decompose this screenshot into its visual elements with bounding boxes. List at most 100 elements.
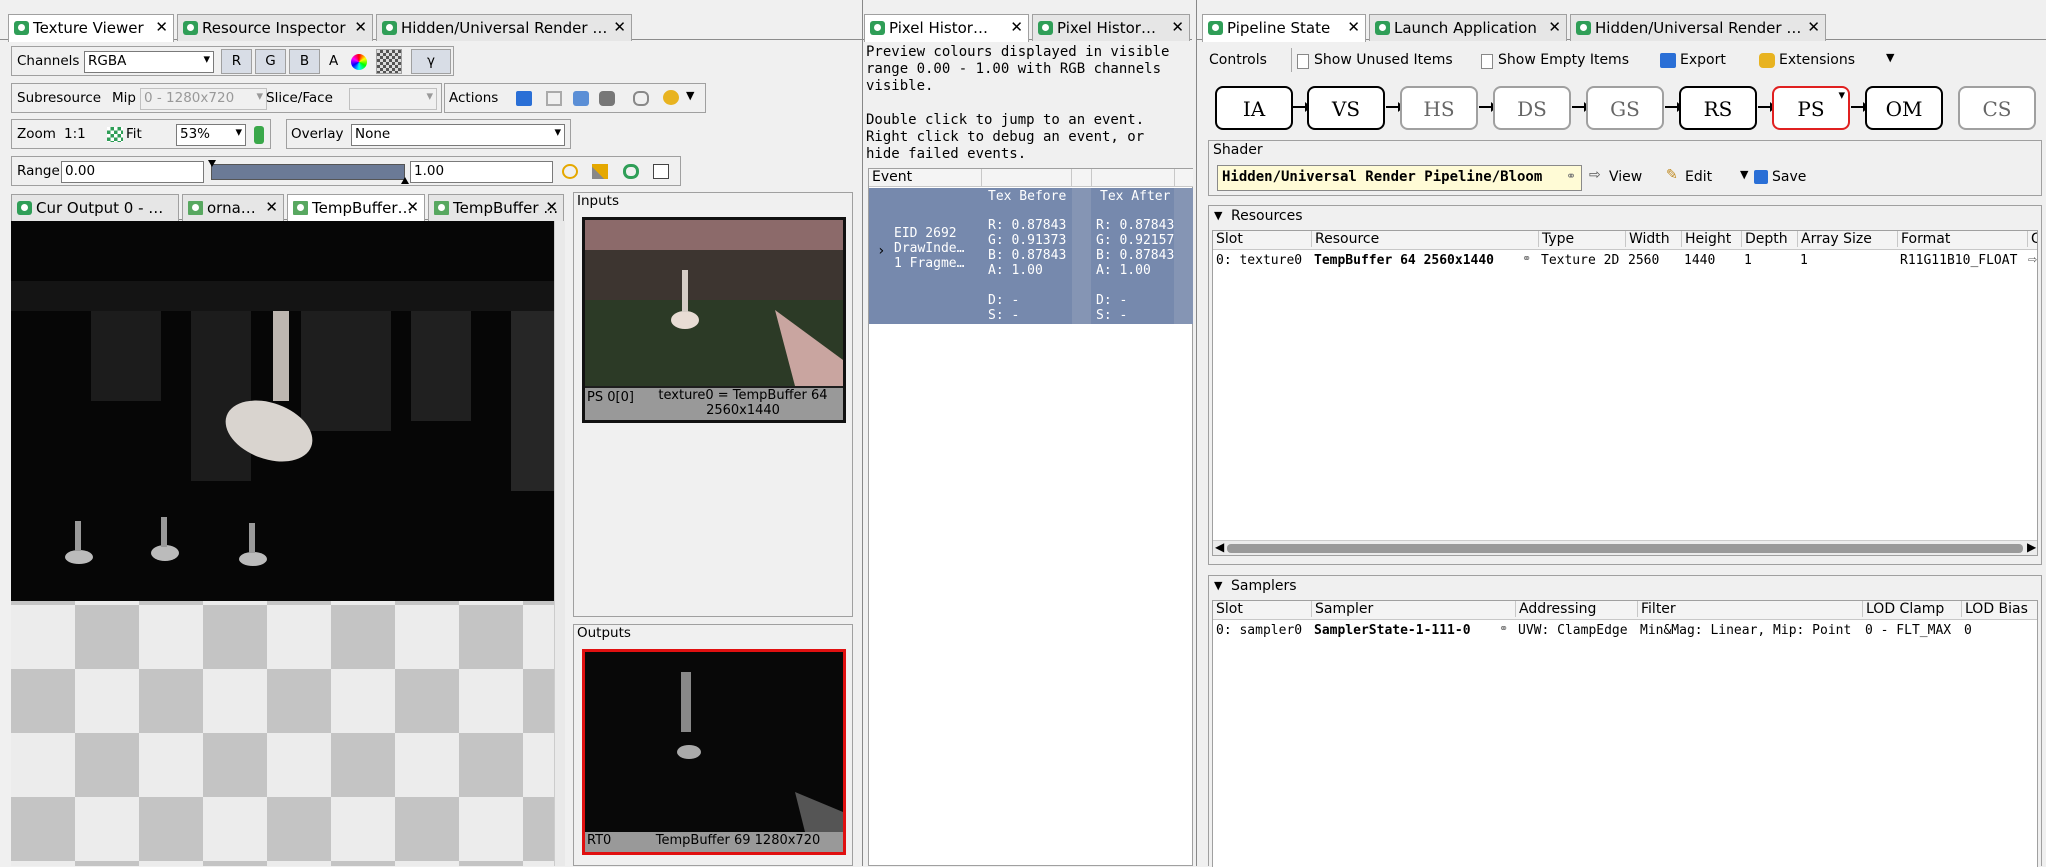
- chevron-down-icon[interactable]: ▼: [1740, 168, 1748, 181]
- scrollbar-thumb[interactable]: [1227, 544, 2023, 553]
- tab-pixel-history-1[interactable]: Pixel Histor… ✕: [864, 14, 1029, 42]
- color-wheel-icon[interactable]: [351, 54, 367, 70]
- gamma-toggle[interactable]: γ: [411, 49, 451, 74]
- close-icon[interactable]: ✕: [155, 18, 168, 36]
- channel-b-toggle[interactable]: B: [289, 49, 320, 74]
- stage-vs[interactable]: VS: [1307, 86, 1385, 130]
- stage-ds[interactable]: DS: [1493, 86, 1571, 130]
- output-thumbnail-image: [585, 652, 843, 832]
- flip-icon[interactable]: [254, 126, 264, 144]
- slice-face-select[interactable]: [349, 88, 437, 110]
- view-button[interactable]: View: [1609, 169, 1642, 185]
- reset-range-icon[interactable]: [623, 164, 639, 179]
- open-texture-icon[interactable]: [573, 91, 589, 106]
- stage-hs[interactable]: HS: [1400, 86, 1478, 130]
- close-icon[interactable]: ✕: [613, 18, 626, 36]
- stage-cs[interactable]: CS: [1958, 86, 2036, 130]
- range-max-handle[interactable]: [401, 177, 409, 184]
- texture-canvas[interactable]: [11, 221, 554, 866]
- zoom-select[interactable]: 53%: [176, 124, 246, 146]
- subtab-tempbuffer-1[interactable]: TempBuffer… ✕: [287, 194, 425, 222]
- expand-arrow-icon[interactable]: ›: [877, 244, 885, 259]
- range-slider[interactable]: [211, 164, 405, 180]
- close-icon[interactable]: ✕: [1171, 18, 1184, 36]
- chevron-down-icon[interactable]: ▼: [1886, 51, 1894, 64]
- channel-r-toggle[interactable]: R: [221, 49, 252, 74]
- table-row[interactable]: 0: sampler0 SamplerState-1-111-0 ⚭ UVW: …: [1213, 621, 2037, 641]
- gear-icon[interactable]: [663, 90, 679, 105]
- stage-ia[interactable]: IA: [1215, 86, 1293, 130]
- link-icon[interactable]: ⚭: [1522, 252, 1531, 265]
- show-empty-button[interactable]: Show Empty Items: [1498, 52, 1629, 68]
- texture-scrollbar[interactable]: [554, 221, 565, 866]
- edit-button[interactable]: Edit: [1685, 169, 1712, 185]
- cell-sampler[interactable]: SamplerState-1-111-0: [1314, 623, 1500, 638]
- subtab-tempbuffer-2[interactable]: TempBuffer … ✕: [428, 194, 564, 221]
- tab-resource-inspector[interactable]: Resource Inspector ✕: [177, 14, 373, 41]
- close-icon[interactable]: ✕: [1548, 18, 1561, 36]
- range-min-input[interactable]: 0.00: [61, 161, 204, 183]
- input-thumbnail[interactable]: PS 0[0] texture0 = TempBuffer 64 2560x14…: [582, 217, 846, 423]
- subtab-cur-output[interactable]: Cur Output 0 - …: [11, 194, 179, 221]
- output-thumbnail[interactable]: RT0 TempBuffer 69 1280x720: [582, 649, 846, 855]
- channel-a-toggle[interactable]: A: [329, 53, 338, 69]
- auto-fit-icon[interactable]: [592, 164, 608, 179]
- close-icon[interactable]: ✕: [1807, 18, 1820, 36]
- stage-om[interactable]: OM: [1865, 86, 1943, 130]
- shader-name-field[interactable]: Hidden/Universal Render Pipeline/Bloom: [1217, 165, 1582, 191]
- overlay-select[interactable]: None: [351, 124, 565, 146]
- mip-select[interactable]: 0 - 1280x720: [140, 88, 267, 110]
- checkerboard-icon[interactable]: [376, 49, 402, 74]
- copy-icon[interactable]: [546, 91, 562, 106]
- show-unused-button[interactable]: Show Unused Items: [1314, 52, 1453, 68]
- stage-rs[interactable]: RS: [1679, 86, 1757, 130]
- table-row[interactable]: 0: texture0 TempBuffer 64 2560x1440 ⚭ Te…: [1213, 250, 2037, 271]
- save-button[interactable]: Save: [1772, 169, 1806, 185]
- stage-gs[interactable]: GS: [1586, 86, 1664, 130]
- close-icon[interactable]: ✕: [354, 18, 367, 36]
- tab-pixel-history-2[interactable]: Pixel Histor… ✕: [1032, 14, 1190, 41]
- tab-hidden-universal[interactable]: Hidden/Universal Render … ✕: [376, 14, 632, 41]
- link-icon[interactable]: [633, 91, 649, 106]
- channels-select[interactable]: RGBA: [84, 51, 214, 73]
- event-row[interactable]: › EID 2692 DrawInde… 1 Fragme… Tex Befor…: [869, 188, 1193, 324]
- close-icon[interactable]: ✕: [406, 198, 419, 216]
- scroll-right-icon[interactable]: ▶: [2027, 540, 2036, 554]
- tab-launch-application[interactable]: Launch Application ✕: [1369, 14, 1567, 41]
- export-button[interactable]: Export: [1680, 52, 1726, 68]
- chevron-down-icon[interactable]: ▼: [686, 89, 694, 102]
- window-icon: [1375, 21, 1390, 35]
- close-icon[interactable]: ✕: [545, 198, 558, 216]
- stage-ps[interactable]: PS: [1772, 86, 1850, 130]
- link-icon[interactable]: ⚭: [1566, 169, 1576, 183]
- channel-g-toggle[interactable]: G: [255, 49, 286, 74]
- range-min-handle[interactable]: [208, 160, 216, 167]
- extensions-button[interactable]: Extensions: [1779, 52, 1855, 68]
- fit-button[interactable]: Fit: [126, 126, 142, 142]
- tab-hidden-universal-shader[interactable]: Hidden/Universal Render … ✕: [1570, 14, 1826, 41]
- binoculars-icon[interactable]: [599, 91, 615, 106]
- close-icon[interactable]: ✕: [1010, 18, 1023, 36]
- close-icon[interactable]: ✕: [265, 198, 278, 216]
- link-icon[interactable]: ⚭: [1499, 622, 1508, 635]
- scroll-left-icon[interactable]: ◀: [1215, 540, 1224, 554]
- horizontal-scrollbar[interactable]: ◀ ▶: [1213, 540, 2037, 555]
- resources-group: ▼ Resources Slot Resource Type Width Hei…: [1208, 205, 2042, 565]
- subtab-ornament[interactable]: orna… ✕: [182, 194, 284, 221]
- save-icon[interactable]: [516, 91, 532, 106]
- histogram-icon[interactable]: [653, 164, 669, 179]
- zoom-range-icon[interactable]: [562, 164, 578, 179]
- tab-texture-viewer[interactable]: Texture Viewer ✕: [8, 14, 174, 42]
- col-slot: Slot: [1216, 231, 1243, 247]
- collapse-arrow-icon[interactable]: ▼: [1214, 579, 1222, 592]
- collapse-arrow-icon[interactable]: ▼: [1214, 209, 1222, 222]
- zoom-1to1-button[interactable]: 1:1: [64, 126, 86, 142]
- go-arrow-icon[interactable]: ⇨: [2028, 250, 2037, 268]
- cell-resource[interactable]: TempBuffer 64 2560x1440: [1314, 253, 1524, 268]
- cell-array-size: 1: [1800, 253, 1808, 268]
- tab-pipeline-state[interactable]: Pipeline State ✕: [1202, 14, 1366, 42]
- close-icon[interactable]: ✕: [1347, 18, 1360, 36]
- window-icon: [14, 21, 29, 35]
- range-max-input[interactable]: 1.00: [410, 161, 553, 183]
- fit-icon[interactable]: [107, 127, 123, 142]
